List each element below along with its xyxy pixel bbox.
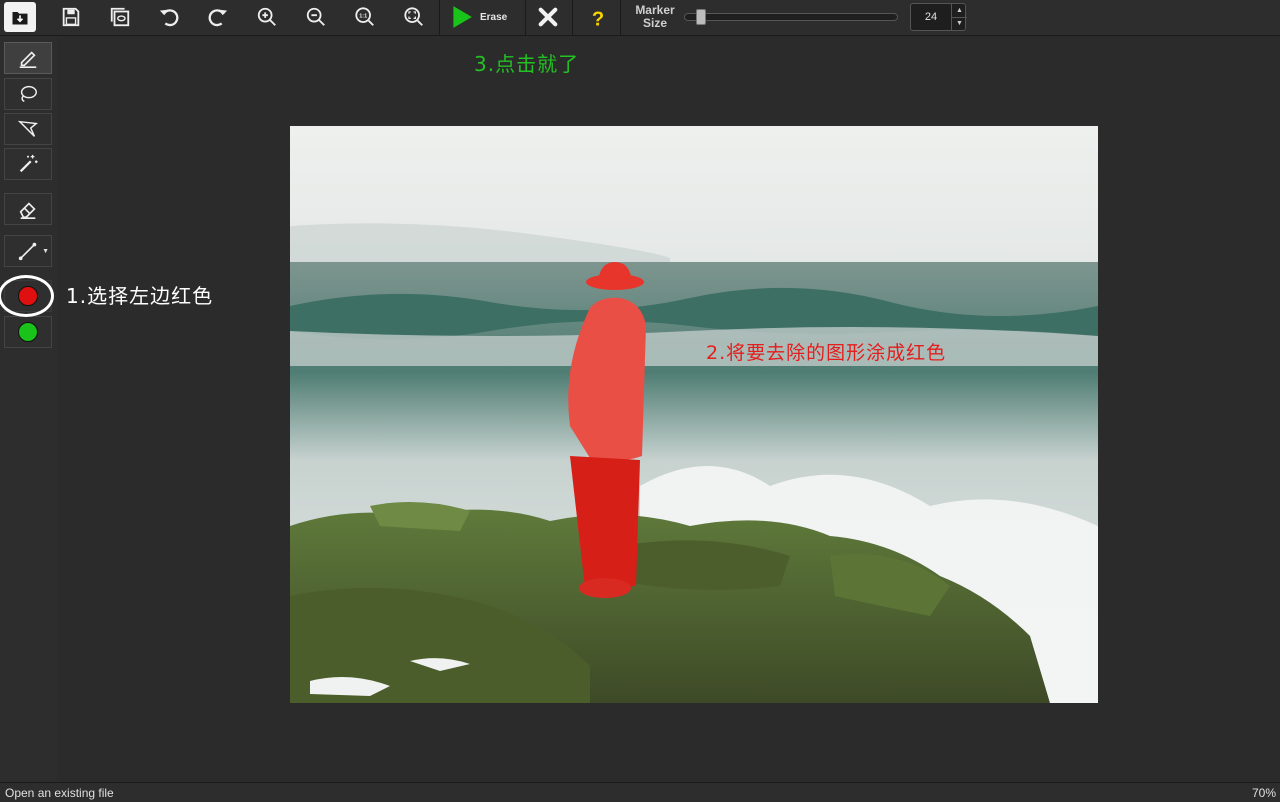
marker-size-thumb[interactable]	[696, 9, 706, 25]
tools-panel: ▼	[0, 36, 57, 782]
stepper-up-button[interactable]: ▲	[951, 4, 967, 18]
actual-size-icon: 1:1	[355, 7, 374, 26]
lasso-tool[interactable]	[4, 78, 52, 110]
marker-size-slider[interactable]	[684, 9, 898, 25]
marker-size-stepper[interactable]: 24 ▲ ▼	[910, 3, 967, 31]
erase-label: Erase	[480, 11, 508, 23]
pencil-icon	[19, 51, 37, 68]
open-file-icon	[12, 12, 28, 25]
polygon-lasso-tool[interactable]	[4, 113, 52, 145]
step1-annotation: 1.选择左边红色	[66, 284, 214, 308]
undo-button[interactable]	[153, 2, 185, 32]
close-icon	[538, 7, 558, 27]
main-toolbar: 1:1 Erase ? Marker Size 24 ▲ ▼	[0, 0, 1280, 36]
highlight-circle	[0, 275, 54, 317]
fit-to-window-icon	[404, 7, 423, 26]
help-button[interactable]: ?	[582, 2, 614, 32]
line-tool[interactable]: ▼	[4, 235, 52, 267]
zoom-out-button[interactable]	[300, 2, 332, 32]
polygon-lasso-icon	[17, 120, 39, 137]
redo-button[interactable]	[202, 2, 234, 32]
step3-annotation: 3.点击就了	[474, 52, 580, 76]
svg-text:?: ?	[592, 8, 604, 28]
stepper-down-button[interactable]: ▼	[951, 17, 967, 30]
marker-size-track	[684, 13, 898, 21]
eraser-tool[interactable]	[4, 193, 52, 225]
status-message: Open an existing file	[5, 786, 114, 800]
image-canvas[interactable]: 2.将要去除的图形涂成红色	[290, 126, 1098, 703]
dropdown-arrow-icon[interactable]: ▼	[42, 248, 49, 255]
save-button[interactable]	[55, 2, 87, 32]
step2-annotation: 2.将要去除的图形涂成红色	[706, 342, 947, 364]
marker-size-value[interactable]: 24	[911, 4, 951, 30]
lasso-icon	[20, 85, 37, 103]
eraser-icon	[19, 202, 36, 219]
magic-wand-tool[interactable]	[4, 148, 52, 180]
marker-size-label-line2: Size	[642, 16, 667, 30]
pencil-marker-tool[interactable]	[4, 42, 52, 74]
save-as-button[interactable]	[104, 2, 136, 32]
help-icon: ?	[592, 8, 604, 28]
green-color-button[interactable]	[4, 316, 52, 348]
save-icon	[62, 7, 80, 27]
play-icon	[453, 6, 472, 28]
status-bar: Open an existing file 70%	[0, 782, 1280, 802]
open-file-button[interactable]	[4, 2, 36, 32]
zoom-level: 70%	[1251, 786, 1276, 800]
green-color-swatch	[18, 322, 38, 342]
cancel-button[interactable]	[532, 2, 564, 32]
zoom-in-icon	[257, 7, 276, 26]
save-as-icon	[110, 7, 130, 27]
fit-to-window-button[interactable]	[398, 2, 430, 32]
svg-text:1:1: 1:1	[359, 13, 367, 19]
redo-icon	[208, 9, 228, 27]
zoom-out-icon	[306, 7, 325, 26]
undo-icon	[159, 9, 179, 27]
line-icon	[18, 242, 37, 261]
marker-size-label: Marker Size	[628, 4, 682, 30]
erase-button[interactable]: Erase	[448, 2, 518, 32]
actual-size-button[interactable]: 1:1	[349, 2, 381, 32]
magic-wand-icon	[19, 154, 38, 173]
zoom-in-button[interactable]	[251, 2, 283, 32]
beach-photo	[290, 126, 1098, 703]
